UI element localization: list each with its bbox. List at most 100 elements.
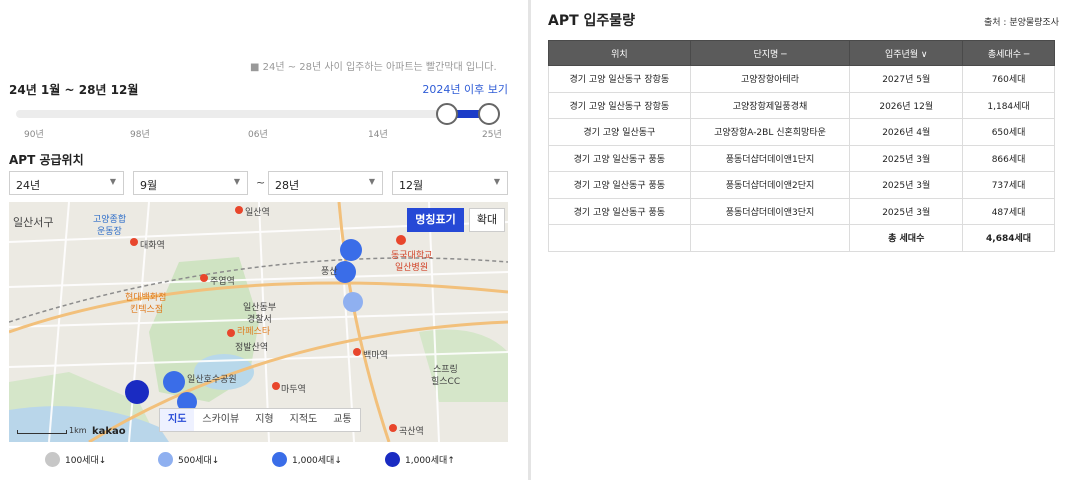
map-type-terrain[interactable]: 지형	[247, 409, 281, 431]
marker-icon	[158, 452, 173, 467]
map-label: 일산서구	[13, 216, 54, 229]
map-label: 일산역	[245, 208, 270, 218]
map-label: 마두역	[281, 385, 306, 395]
period-note: ■ 24년 ~ 28년 사이 입주하는 아파트는 빨간막대 입니다.	[250, 62, 497, 73]
to-month-select[interactable]: 12월 ▼	[392, 171, 508, 195]
map-type-switcher: 지도 스카이뷰 지형 지적도 교통	[159, 408, 361, 432]
table-cell: 487세대	[962, 197, 1055, 225]
slider-tick: 98년	[130, 130, 150, 140]
map-view[interactable]: 일산서구 고양종합 운동장 대화역 일산역 주엽역 동국대학교 일산병원 현대백…	[9, 202, 508, 442]
legend-label: 1,000세대↓	[292, 456, 342, 466]
after-2024-link[interactable]: 2024년 이후 보기	[422, 81, 508, 97]
map-label: 백마역	[363, 351, 388, 361]
marker-icon	[385, 452, 400, 467]
legend-item: 100세대↓	[45, 452, 106, 467]
map-type-traffic[interactable]: 교통	[325, 409, 359, 431]
total-label: 총 세대수	[849, 224, 964, 252]
toggle-labels-button[interactable]: 명칭표기	[407, 208, 464, 232]
table-cell: 경기 고양 일산동구 풍동	[548, 197, 691, 225]
marker-icon	[272, 452, 287, 467]
column-header-complex[interactable]: 단지명 ─	[689, 40, 851, 66]
table-cell: 풍동더샵더데이앤2단지	[689, 171, 851, 199]
table-cell: 경기 고양 일산동구 장항동	[548, 91, 691, 119]
table-cell: 고양장항A-2BL 신혼희망타운	[689, 118, 851, 146]
legend-label: 500세대↓	[178, 456, 220, 466]
supply-table-title: APT 입주물량	[548, 13, 636, 29]
map-type-skyview[interactable]: 스카이뷰	[194, 409, 247, 431]
left-panel: ■ 24년 ~ 28년 사이 입주하는 아파트는 빨간막대 입니다. 24년 1…	[0, 0, 520, 480]
table-total-row: 총 세대수 4,684세대	[548, 224, 1055, 252]
table-row: 경기 고양 일산동구 풍동 풍동더샵더데이앤1단지 2025년 3월 866세대	[548, 144, 1055, 172]
slider-tick: 14년	[368, 130, 388, 140]
to-month-value: 12월	[399, 179, 424, 192]
table-cell: 2025년 3월	[849, 197, 964, 225]
caret-down-icon: ▼	[233, 177, 240, 186]
column-header-move-in[interactable]: 입주년월 ∨	[849, 40, 964, 66]
map-label: 주엽역	[210, 277, 235, 287]
supply-location-title: APT 공급위치	[9, 153, 84, 167]
scale-label: 1km	[69, 426, 87, 435]
panel-divider	[528, 0, 531, 480]
column-header-location: 위치	[548, 40, 691, 66]
map-label: 대화역	[140, 241, 165, 251]
table-cell: 737세대	[962, 171, 1055, 199]
table-cell: 650세대	[962, 118, 1055, 146]
from-year-value: 24년	[16, 179, 41, 192]
table-cell: 866세대	[962, 144, 1055, 172]
map-label: 운동장	[97, 227, 122, 237]
slider-tick: 90년	[24, 130, 44, 140]
zoom-button[interactable]: 확대	[469, 208, 505, 232]
range-tilde: ~	[256, 176, 266, 189]
map-label: 풍산	[321, 267, 338, 277]
to-year-select[interactable]: 28년 ▼	[268, 171, 383, 195]
slider-tick: 25년	[482, 130, 502, 140]
caret-down-icon: ▼	[109, 177, 116, 186]
data-source: 출처 : 분양물량조사	[984, 18, 1059, 28]
to-year-value: 28년	[275, 179, 300, 192]
range-text: 24년 1월 ~ 28년 12월	[9, 83, 139, 97]
legend-item: 500세대↓	[158, 452, 219, 467]
caret-down-icon: ▼	[493, 177, 500, 186]
map-label: 일산병원	[395, 263, 429, 273]
table-cell: 2026년 4월	[849, 118, 964, 146]
supply-table: 위치 단지명 ─ 입주년월 ∨ 총세대수 ─ 경기 고양 일산동구 장항동 고양…	[548, 40, 1055, 252]
legend-label: 1,000세대↑	[405, 456, 455, 466]
table-cell: 760세대	[962, 65, 1055, 93]
marker-icon	[45, 452, 60, 467]
map-label: 힐스CC	[431, 377, 461, 387]
table-cell: 경기 고양 일산동구	[548, 118, 691, 146]
table-cell: 경기 고양 일산동구 풍동	[548, 171, 691, 199]
slider-handle-end[interactable]	[478, 103, 500, 125]
map-label: 정발산역	[235, 343, 269, 353]
table-cell: 2027년 5월	[849, 65, 964, 93]
table-row: 경기 고양 일산동구 장항동 고양장항제일풍경채 2026년 12월 1,184…	[548, 91, 1055, 119]
map-label: 라페스타	[237, 327, 271, 337]
total-value: 4,684세대	[962, 224, 1055, 252]
map-type-cadastral[interactable]: 지적도	[282, 409, 326, 431]
table-row: 경기 고양 일산동구 풍동 풍동더샵더데이앤3단지 2025년 3월 487세대	[548, 197, 1055, 225]
map-label: 킨텍스점	[130, 305, 164, 315]
table-cell: 1,184세대	[962, 91, 1055, 119]
caret-down-icon: ▼	[368, 177, 375, 186]
slider-handle-start[interactable]	[436, 103, 458, 125]
table-cell: 2026년 12월	[849, 91, 964, 119]
table-cell: 풍동더샵더데이앤1단지	[689, 144, 851, 172]
map-type-map[interactable]: 지도	[160, 409, 195, 431]
legend-item: 1,000세대↓	[272, 452, 342, 467]
table-row: 경기 고양 일산동구 고양장항A-2BL 신혼희망타운 2026년 4월 650…	[548, 118, 1055, 146]
table-cell: 경기 고양 일산동구 장항동	[548, 65, 691, 93]
map-label: 일산호수공원	[187, 375, 237, 385]
slider-track[interactable]	[16, 110, 494, 118]
legend-item: 1,000세대↑	[385, 452, 455, 467]
table-cell-empty	[689, 224, 851, 252]
table-cell: 경기 고양 일산동구 풍동	[548, 144, 691, 172]
from-month-select[interactable]: 9월 ▼	[133, 171, 248, 195]
map-brand-logo: kakao	[92, 426, 126, 437]
table-cell-empty	[548, 224, 691, 252]
table-cell: 2025년 3월	[849, 144, 964, 172]
from-year-select[interactable]: 24년 ▼	[9, 171, 124, 195]
legend-label: 100세대↓	[65, 456, 107, 466]
map-label: 곡산역	[399, 427, 424, 437]
column-header-households[interactable]: 총세대수 ─	[962, 40, 1055, 66]
slider-tick: 06년	[248, 130, 268, 140]
